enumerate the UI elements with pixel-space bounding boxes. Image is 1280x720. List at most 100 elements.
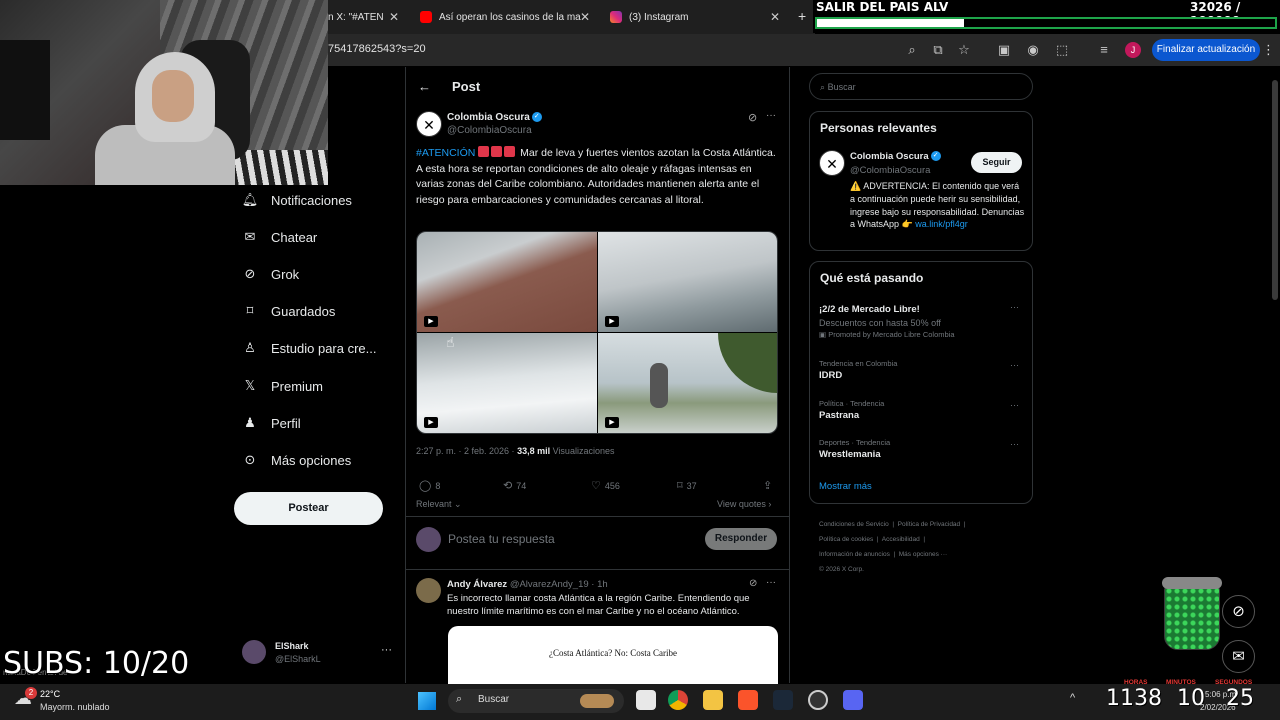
sidebar-item-more[interactable]: ⊙ Más opciones (242, 450, 352, 470)
bio-link[interactable]: wa.link/pfl4gr (915, 219, 968, 229)
trend-item[interactable]: ¡2/2 de Mercado Libre! Descuentos con ha… (819, 302, 1029, 339)
profile-avatar[interactable]: J (1125, 42, 1141, 58)
footer-link[interactable]: Accesibilidad (882, 536, 920, 543)
new-tab-button[interactable]: + (798, 8, 806, 24)
siren-emoji-icon (491, 146, 503, 157)
tab-x-post[interactable]: n X: "#ATEN ✕ (328, 6, 403, 28)
share-action[interactable]: ⇪ (763, 479, 776, 492)
weather-temp[interactable]: 22°C (40, 689, 60, 699)
reply-author-avatar[interactable] (416, 578, 441, 603)
footer-link[interactable]: Política de cookies (819, 536, 873, 543)
task-view-icon[interactable] (636, 690, 656, 710)
video-thumbnail[interactable]: ▶ (598, 333, 777, 433)
puzzle-icon[interactable]: ⬚ (1054, 42, 1070, 58)
hashtag-link[interactable]: #ATENCIÓN (416, 147, 475, 159)
video-thumbnail[interactable]: ▶ (598, 232, 777, 332)
sidebar-item-chat[interactable]: ✉ Chatear (242, 227, 318, 247)
video-thumbnail[interactable]: ▶ (417, 333, 597, 433)
sidebar-item-profile[interactable]: ♟ Perfil (242, 413, 300, 433)
brave-icon[interactable] (738, 690, 758, 710)
obs-icon[interactable] (808, 690, 828, 710)
author-avatar[interactable]: ✕ (416, 111, 442, 137)
follow-button[interactable]: Seguir (971, 152, 1022, 173)
star-icon[interactable]: ☆ (956, 42, 972, 58)
steam-icon[interactable] (773, 690, 793, 710)
chrome-icon[interactable] (668, 690, 688, 710)
more-icon[interactable]: ··· (766, 110, 776, 121)
trend-item[interactable]: Deportes · Tendencia Wrestlemania (819, 438, 1029, 460)
update-button[interactable]: Finalizar actualización (1152, 39, 1260, 61)
footer-link[interactable]: Información de anuncios (819, 551, 890, 558)
extension-icon[interactable]: ◉ (1025, 42, 1041, 58)
search-highlight-icon (580, 694, 614, 708)
account-name[interactable]: ElShark (275, 641, 309, 651)
siren-emoji-icon (504, 146, 516, 157)
messages-floating-button[interactable]: ✉ (1222, 640, 1255, 673)
reply-author[interactable]: Andy Álvarez @AlvarezAndy_19 · 1h (447, 579, 608, 590)
footer-link[interactable]: Más opciones ··· (899, 551, 947, 558)
post-button[interactable]: Postear (234, 492, 383, 525)
repost-action[interactable]: ⟲ 74 (503, 479, 526, 492)
close-icon[interactable]: ✕ (389, 10, 399, 24)
more-icon[interactable]: ··· (1010, 360, 1019, 370)
show-more-link[interactable]: Mostrar más (819, 481, 872, 492)
sort-dropdown[interactable]: Relevant ⌄ (416, 499, 462, 510)
reply-button[interactable]: Responder (705, 528, 777, 550)
sidebar-item-bookmarks[interactable]: ⌑ Guardados (242, 301, 336, 321)
footer-link[interactable]: Condiciones de Servicio (819, 521, 889, 528)
tab-youtube[interactable]: Así operan los casinos de la ma ✕ (420, 6, 590, 28)
windows-start-icon[interactable] (418, 692, 436, 710)
grok-floating-button[interactable]: ⊘ (1222, 595, 1255, 628)
like-action[interactable]: ♡ 456 (591, 479, 620, 492)
sidebar-item-notifications[interactable]: 🔔︎ Notificaciones (242, 190, 352, 210)
app-icon[interactable] (843, 690, 863, 710)
close-icon[interactable]: ✕ (580, 10, 590, 24)
more-icon[interactable]: ··· (766, 577, 776, 588)
video-thumbnail[interactable]: ▶ (417, 232, 597, 332)
weather-desc[interactable]: Mayorm. nublado (40, 702, 110, 712)
trend-item[interactable]: Política · Tendencia Pastrana (819, 399, 1029, 421)
grok-icon[interactable]: ⊘ (748, 111, 757, 124)
tray-chevron-icon[interactable]: ^ (1070, 692, 1075, 704)
back-arrow-icon[interactable]: ← (418, 79, 431, 94)
reply-input[interactable]: Postea tu respuesta (448, 532, 555, 546)
webcam-overlay (0, 0, 328, 185)
view-quotes-link[interactable]: View quotes › (717, 499, 771, 509)
author-name[interactable]: Colombia Oscura ✓ (447, 112, 542, 123)
trending-card: Qué está pasando (809, 261, 1033, 504)
trend-name: ¡2/2 de Mercado Libre! (819, 304, 920, 315)
account-more-icon[interactable]: ··· (381, 644, 392, 656)
sidebar-item-label: Notificaciones (271, 192, 352, 208)
reply-action[interactable]: ◯ 8 (419, 479, 440, 492)
close-icon[interactable]: ✕ (770, 10, 780, 24)
account-handle: @ElSharkL (275, 654, 321, 664)
sidebar-item-grok[interactable]: ⊘ Grok (242, 264, 300, 284)
browser-menu-icon[interactable]: ⋮ (1262, 42, 1275, 58)
sidebar-item-premium[interactable]: 𝕏 Premium (242, 376, 323, 396)
file-explorer-icon[interactable] (703, 690, 723, 710)
relevant-avatar[interactable]: ✕ (819, 150, 845, 176)
relevant-name[interactable]: Colombia Oscura ✓ (850, 151, 941, 162)
account-avatar[interactable] (242, 640, 266, 664)
bookmark-icon: ⌑ (677, 480, 683, 492)
bookmark-action[interactable]: ⌑ 37 (677, 479, 697, 492)
search-input[interactable]: ⌕ Buscar (809, 73, 1033, 100)
footer-link[interactable]: Política de Privacidad (898, 521, 961, 528)
reading-mode-icon[interactable]: ▣ (996, 42, 1012, 58)
url-field[interactable]: 75417862543?s=20 (328, 43, 426, 55)
more-icon[interactable]: ··· (1010, 400, 1019, 410)
sidebar-item-label: Más opciones (271, 452, 352, 468)
tab-label: n X: "#ATEN (328, 11, 384, 23)
grok-icon[interactable]: ⊘ (749, 578, 757, 589)
reply-image-title: ¿Costa Atlántica? No: Costa Caribe (549, 648, 677, 658)
zoom-icon[interactable]: ⌕ (904, 42, 920, 58)
tab-instagram[interactable]: (3) Instagram ✕ (610, 6, 780, 28)
install-app-icon[interactable]: ⧉ (930, 42, 946, 58)
more-icon[interactable]: ··· (1010, 439, 1019, 449)
scrollbar-thumb[interactable] (1272, 80, 1278, 300)
trend-item[interactable]: Tendencia en Colombia IDRD (819, 359, 1029, 381)
media-icon[interactable]: ≡ (1096, 42, 1112, 58)
sidebar-item-creator-studio[interactable]: ♙ Estudio para cre... (242, 338, 376, 358)
trash-lid (1162, 577, 1222, 589)
more-icon[interactable]: ··· (1010, 302, 1019, 312)
